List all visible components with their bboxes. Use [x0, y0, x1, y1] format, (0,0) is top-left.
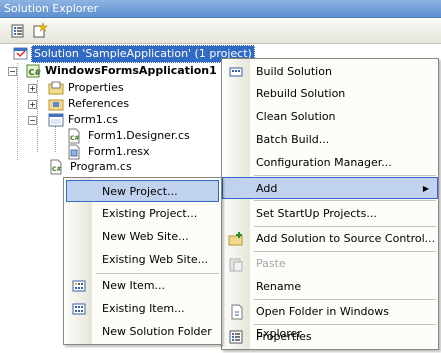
paste-icon: [228, 256, 244, 272]
tree-node-form1-designer-label: Form1.Designer.cs: [88, 129, 190, 142]
menu-item-label: Existing Project...: [102, 207, 198, 220]
tree-node-form1-resx[interactable]: Form1.resx: [66, 144, 196, 160]
menu-item-properties[interactable]: Properties: [222, 326, 438, 348]
submenu-item-new-project[interactable]: New Project...: [66, 180, 219, 202]
menu-item-rebuild-solution[interactable]: Rebuild Solution: [222, 83, 438, 105]
menu-item-add[interactable]: Add ▶: [222, 177, 438, 199]
expand-icon[interactable]: +: [28, 84, 37, 93]
open-folder-icon: [228, 304, 244, 320]
csharp-project-icon: C#: [25, 63, 41, 79]
show-all-files-icon[interactable]: [31, 22, 49, 40]
tree-node-references-label: References: [68, 97, 130, 110]
menu-item-build-solution[interactable]: Build Solution: [222, 61, 438, 83]
menu-item-label: Build Solution: [256, 65, 332, 78]
tree-node-solution[interactable]: Solution 'SampleApplication' (1 project): [13, 45, 255, 63]
csharp-file-icon: C#: [66, 128, 82, 144]
tree-node-properties[interactable]: + Properties: [28, 80, 148, 96]
menu-item-label: New Solution Folder: [102, 325, 212, 338]
menu-item-add-to-source-control[interactable]: Add Solution to Source Control...: [222, 228, 438, 250]
menu-item-label: Add: [256, 182, 278, 195]
tree-node-program-label: Program.cs: [70, 160, 132, 173]
tree-node-form1-label: Form1.cs: [68, 113, 118, 126]
references-folder-icon: [48, 96, 64, 112]
menu-item-rename[interactable]: Rename: [222, 276, 438, 298]
menu-item-batch-build[interactable]: Batch Build...: [222, 129, 438, 151]
csharp-file-icon: C#: [48, 159, 64, 175]
menu-item-label: Existing Item...: [102, 302, 185, 315]
menu-item-label: New Project...: [102, 185, 178, 198]
existing-item-icon: [71, 301, 87, 317]
submenu-item-existing-web-site[interactable]: Existing Web Site...: [64, 249, 221, 271]
tree-node-program[interactable]: C# Program.cs: [48, 159, 168, 175]
menu-item-label: New Web Site...: [102, 230, 189, 243]
menu-item-set-startup-projects[interactable]: Set StartUp Projects...: [222, 203, 438, 225]
solution-context-menu: Build Solution Rebuild Solution Clean So…: [221, 58, 439, 350]
tree-node-form1-designer[interactable]: C# Form1.Designer.cs: [66, 128, 196, 144]
menu-separator: [254, 226, 436, 227]
svg-text:C#: C#: [52, 166, 61, 173]
submenu-arrow-icon: ▶: [422, 184, 429, 193]
properties-icon[interactable]: [10, 22, 28, 40]
svg-text:C#: C#: [29, 68, 42, 77]
tree-node-references[interactable]: + References: [28, 96, 148, 112]
menu-item-label: Rename: [256, 280, 302, 293]
resource-file-icon: [66, 144, 82, 160]
tree-node-form1[interactable]: − Form1.cs: [28, 112, 148, 128]
submenu-item-new-solution-folder[interactable]: New Solution Folder: [64, 321, 221, 343]
properties-icon: [228, 329, 244, 345]
new-item-icon: [71, 278, 87, 294]
menu-separator: [96, 273, 219, 274]
source-control-icon: [228, 231, 244, 247]
menu-item-label: Properties: [256, 330, 312, 343]
submenu-item-new-web-site[interactable]: New Web Site...: [64, 226, 221, 248]
tree-connector: [55, 126, 56, 152]
properties-folder-icon: [48, 80, 64, 96]
menu-separator: [254, 175, 436, 176]
form-file-icon: [48, 112, 64, 128]
menu-separator: [254, 299, 436, 300]
menu-item-label: Rebuild Solution: [256, 87, 346, 100]
build-solution-icon: [228, 64, 244, 80]
window-title: Solution Explorer: [4, 2, 99, 15]
tree-node-project[interactable]: − C# WindowsFormsApplication1: [8, 63, 228, 79]
menu-item-label: New Item...: [102, 279, 166, 292]
collapse-icon[interactable]: −: [28, 116, 37, 125]
tree-node-form1-resx-label: Form1.resx: [88, 145, 150, 158]
tree-node-properties-label: Properties: [68, 81, 124, 94]
menu-item-label: Set StartUp Projects...: [256, 207, 377, 220]
menu-separator: [254, 200, 436, 201]
menu-item-label: Existing Web Site...: [102, 253, 209, 266]
menu-item-label: Paste: [256, 257, 286, 270]
submenu-item-existing-item[interactable]: Existing Item...: [64, 298, 221, 320]
toolbar: [0, 18, 441, 44]
menu-item-label: Configuration Manager...: [256, 156, 392, 169]
submenu-item-existing-project[interactable]: Existing Project...: [64, 203, 221, 225]
menu-item-configuration-manager[interactable]: Configuration Manager...: [222, 152, 438, 174]
menu-item-paste[interactable]: Paste: [222, 253, 438, 275]
menu-item-label: Batch Build...: [256, 133, 330, 146]
menu-separator: [254, 251, 436, 252]
window-title-bar: Solution Explorer: [0, 0, 441, 18]
menu-item-label: Clean Solution: [256, 110, 336, 123]
collapse-icon[interactable]: −: [8, 67, 17, 76]
menu-item-label: Add Solution to Source Control...: [256, 232, 436, 245]
menu-item-open-folder[interactable]: Open Folder in Windows Explorer: [222, 301, 438, 340]
menu-separator: [254, 324, 436, 325]
submenu-item-new-item[interactable]: New Item...: [64, 275, 221, 297]
solution-icon: [13, 45, 29, 61]
tree-node-project-label: WindowsFormsApplication1: [45, 64, 217, 77]
menu-item-clean-solution[interactable]: Clean Solution: [222, 106, 438, 128]
svg-text:C#: C#: [70, 135, 79, 142]
add-submenu: New Project... Existing Project... New W…: [63, 177, 222, 345]
expand-icon[interactable]: +: [28, 100, 37, 109]
